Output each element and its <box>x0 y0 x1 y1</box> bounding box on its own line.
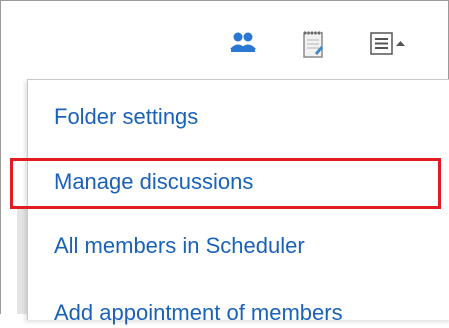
menu-item-label: Folder settings <box>54 104 199 129</box>
background-strip <box>17 209 27 314</box>
menu-item-add-appointment-members[interactable]: Add appointment of members <box>28 280 449 328</box>
menu-list-icon[interactable] <box>369 31 407 57</box>
dropdown-menu: Folder settings Manage discussions All m… <box>27 79 449 325</box>
menu-item-label: Add appointment of members <box>54 300 343 325</box>
notepad-icon[interactable] <box>301 29 325 59</box>
menu-item-manage-discussions[interactable]: Manage discussions <box>28 157 449 205</box>
menu-item-folder-settings[interactable]: Folder settings <box>28 92 449 140</box>
toolbar <box>1 1 448 81</box>
window-frame: Folder settings Manage discussions All m… <box>0 0 449 325</box>
menu-item-label: Manage discussions <box>54 169 254 194</box>
members-icon[interactable] <box>229 31 257 57</box>
menu-item-label: All members in Scheduler <box>54 233 305 258</box>
menu-item-all-members-scheduler[interactable]: All members in Scheduler <box>28 221 449 269</box>
